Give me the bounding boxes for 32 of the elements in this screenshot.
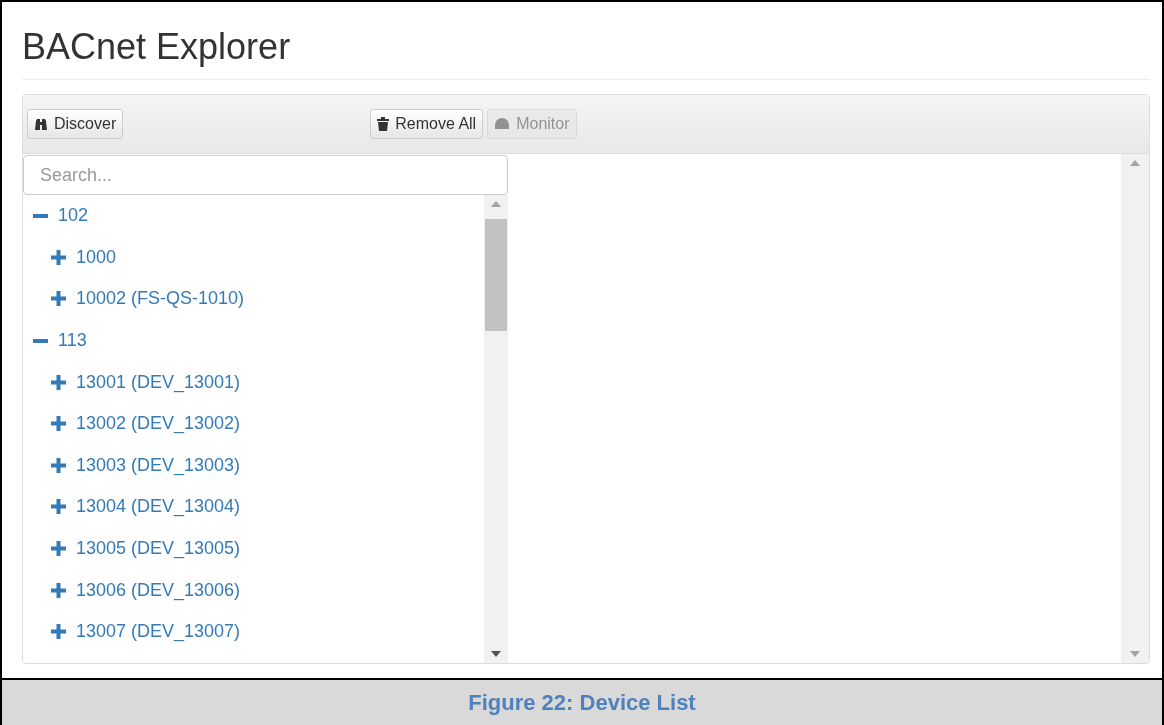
plus-icon [51, 624, 66, 640]
scrollbar[interactable] [484, 195, 508, 663]
tree-item[interactable]: 13006 (DEV_13006) [23, 569, 484, 611]
scrollbar[interactable] [1121, 154, 1149, 663]
tree-item[interactable]: 113 [23, 319, 484, 362]
plus-icon [51, 249, 66, 265]
plus-icon [51, 291, 66, 307]
tree-item[interactable]: 13002 (DEV_13002) [23, 402, 484, 445]
plus-icon [51, 499, 66, 515]
minus-icon [33, 213, 48, 218]
gauge-icon [494, 117, 511, 131]
plus-icon [51, 541, 66, 557]
binoculars-icon [34, 117, 48, 131]
plus-icon [51, 416, 66, 432]
page-title: BACnet Explorer [22, 2, 1150, 80]
trash-icon [377, 117, 390, 131]
plus-icon [51, 582, 66, 598]
tree-item[interactable]: 13005 (DEV_13005) [23, 527, 484, 570]
tree-item[interactable]: 13007 (DEV_13007) [23, 610, 484, 653]
figure-caption: Figure 22: Device List [2, 678, 1162, 725]
discover-button[interactable]: Discover [27, 109, 124, 139]
tree-item[interactable]: 1000 [23, 236, 484, 279]
plus-icon [51, 374, 66, 390]
tree-item[interactable]: 13001 (DEV_13001) [23, 361, 484, 403]
remove-all-button[interactable]: Remove All [370, 109, 484, 139]
search-field[interactable]: Search... [23, 155, 508, 195]
tree-item[interactable]: 13004 (DEV_13004) [23, 486, 484, 528]
tree-item[interactable]: 102 [23, 195, 484, 237]
plus-icon [51, 457, 66, 473]
minus-icon [33, 338, 48, 343]
tree-item[interactable]: 10002 (FS-QS-1010) [23, 278, 484, 320]
tree-item[interactable]: 13003 (DEV_13003) [23, 444, 484, 487]
